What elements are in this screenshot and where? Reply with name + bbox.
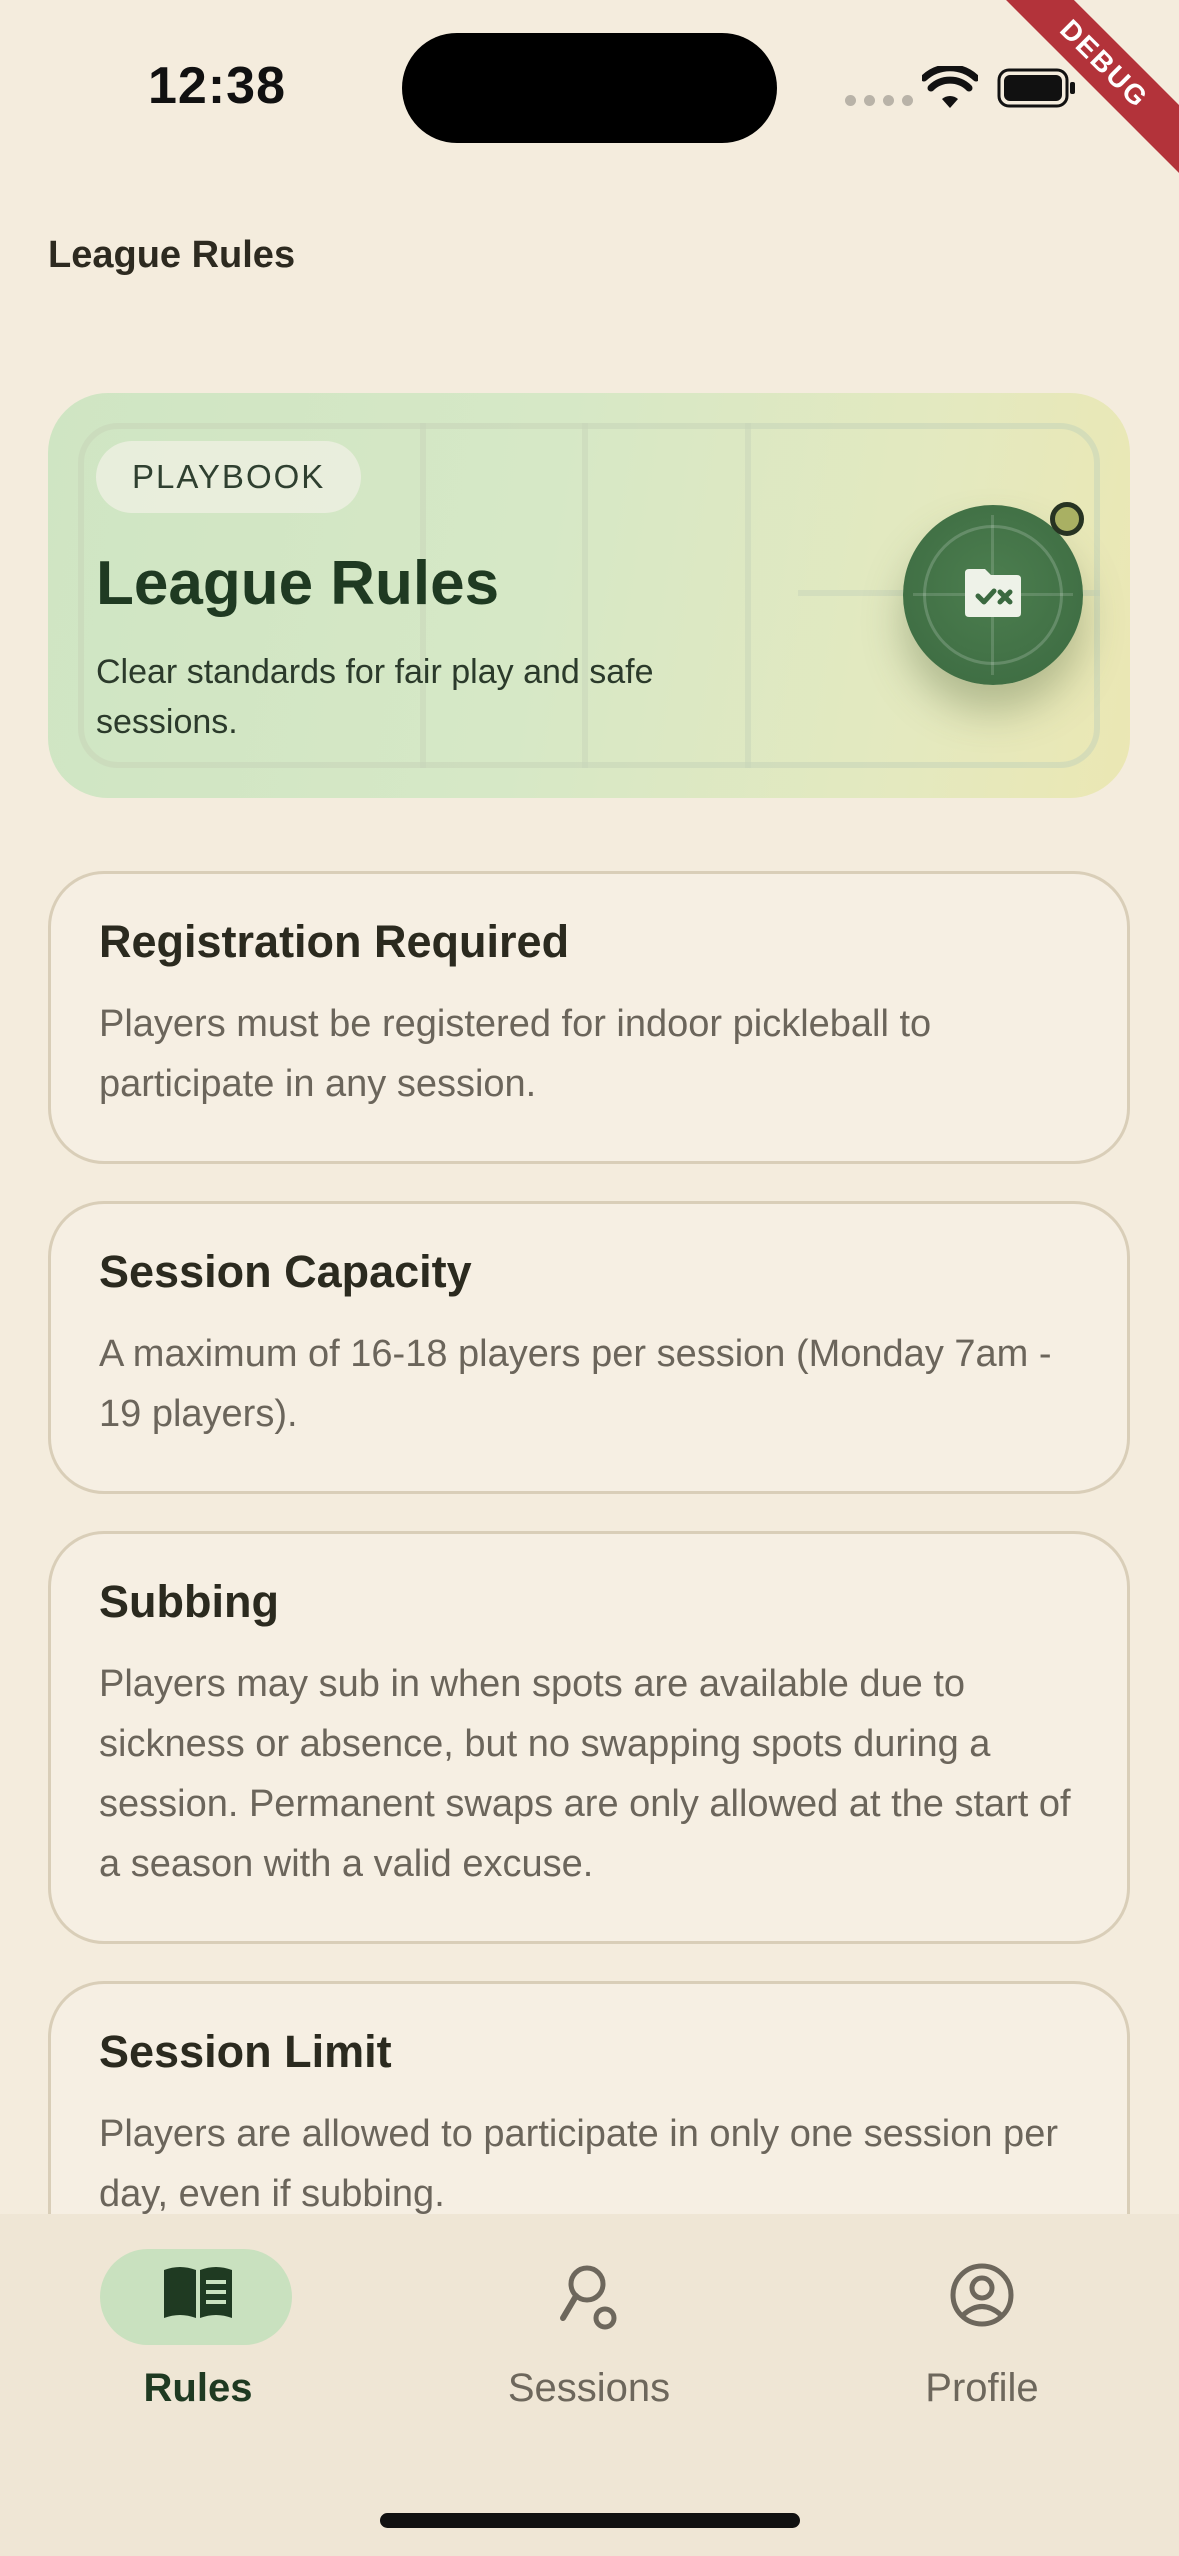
battery-icon — [997, 68, 1075, 108]
nav-item-sessions[interactable]: Sessions — [439, 2214, 739, 2414]
nav-label: Rules — [143, 2366, 253, 2410]
rule-card-registration: Registration Required Players must be re… — [48, 871, 1130, 1164]
rule-card-subbing: Subbing Players may sub in when spots ar… — [48, 1531, 1130, 1944]
indicator-dot — [1050, 502, 1084, 536]
nav-label: Sessions — [507, 2366, 671, 2410]
book-icon — [164, 2267, 232, 2318]
rule-title: Session Limit — [99, 2026, 392, 2077]
status-bar: 12:38 — [0, 0, 1179, 170]
cellular-signal-icon — [845, 95, 913, 106]
dynamic-island — [402, 33, 777, 143]
status-time: 12:38 — [148, 57, 286, 115]
rule-body: Players are allowed to participate in on… — [99, 2113, 1058, 2215]
rule-body: Players must be registered for indoor pi… — [99, 1003, 932, 1105]
page-title: League Rules — [48, 234, 296, 276]
rule-title: Session Capacity — [99, 1246, 472, 1297]
paddle-icon — [560, 2265, 617, 2330]
nav-item-rules[interactable]: Rules — [48, 2214, 348, 2414]
rule-card-capacity: Session Capacity A maximum of 16-18 play… — [48, 1201, 1130, 1494]
hero-tag: PLAYBOOK — [96, 441, 362, 513]
hero-subtitle: Clear standards for fair play and safe s… — [96, 653, 654, 741]
rule-body: Players may sub in when spots are availa… — [99, 1663, 1071, 1885]
rule-body: A maximum of 16-18 players per session (… — [99, 1333, 1052, 1435]
account-circle-icon — [950, 2263, 1014, 2327]
nav-label: Profile — [925, 2366, 1039, 2410]
hero-title: League Rules — [96, 549, 500, 618]
rule-title: Subbing — [99, 1576, 279, 1627]
hero-card: PLAYBOOK League Rules Clear standards fo… — [48, 393, 1130, 798]
home-indicator — [380, 2513, 800, 2528]
folder-check-x-icon — [965, 569, 1021, 617]
nav-item-profile[interactable]: Profile — [832, 2214, 1132, 2414]
rule-title: Registration Required — [99, 916, 570, 967]
wifi-icon — [922, 66, 978, 108]
bottom-navigation: Rules Sessions Profile — [0, 2214, 1179, 2556]
